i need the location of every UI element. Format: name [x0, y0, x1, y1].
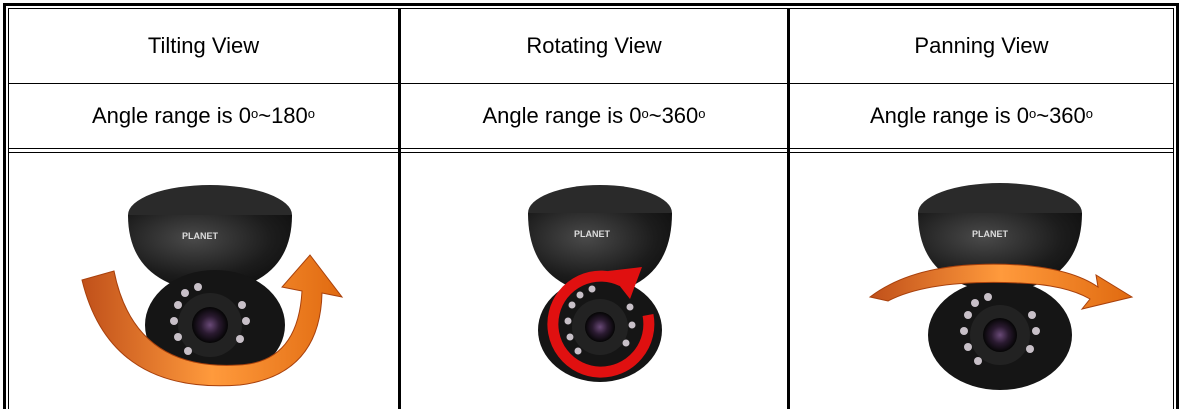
table-border-right-inner — [1173, 8, 1174, 409]
brand-logo: PLANET — [182, 231, 219, 241]
row-divider-2 — [8, 148, 1174, 149]
degree-mark: o — [641, 105, 649, 121]
angle-text: ~360 — [648, 103, 699, 128]
rotating-camera-image: PLANET — [528, 185, 672, 382]
header-panning-view: Panning View — [914, 33, 1049, 58]
angle-range-rotating: Angle range is 0 o ~360 o — [401, 84, 787, 148]
header-tilting-view: Tilting View — [147, 33, 260, 58]
brand-logo: PLANET — [574, 229, 611, 239]
table-border-top — [3, 3, 1179, 6]
panning-camera-image: PLANET — [868, 183, 1134, 390]
angle-text: Angle range is 0 — [482, 103, 642, 128]
angle-text: ~360 — [1036, 103, 1086, 128]
brand-logo: PLANET — [972, 229, 1009, 239]
angle-range-panning: Angle range is 0 o ~360 o — [790, 84, 1173, 148]
camera-view-table: Tilting View Rotating View Panning View … — [0, 0, 1182, 409]
degree-mark: o — [698, 105, 706, 121]
angle-text: ~180 — [258, 103, 308, 128]
table-border-left — [3, 3, 6, 409]
angle-text: Angle range is 0 — [91, 103, 251, 128]
angle-text: Angle range is 0 — [869, 103, 1029, 128]
degree-mark: o — [1028, 105, 1037, 121]
table-border-right — [1176, 3, 1179, 409]
degree-mark: o — [1085, 105, 1094, 121]
row-divider-2b — [8, 152, 1174, 153]
degree-mark: o — [250, 105, 259, 121]
header-rotating-view: Rotating View — [526, 33, 662, 58]
degree-mark: o — [307, 105, 316, 121]
angle-range-tilting: Angle range is 0 o ~180 o — [9, 84, 398, 148]
tilting-camera-image: PLANET — [81, 185, 344, 387]
